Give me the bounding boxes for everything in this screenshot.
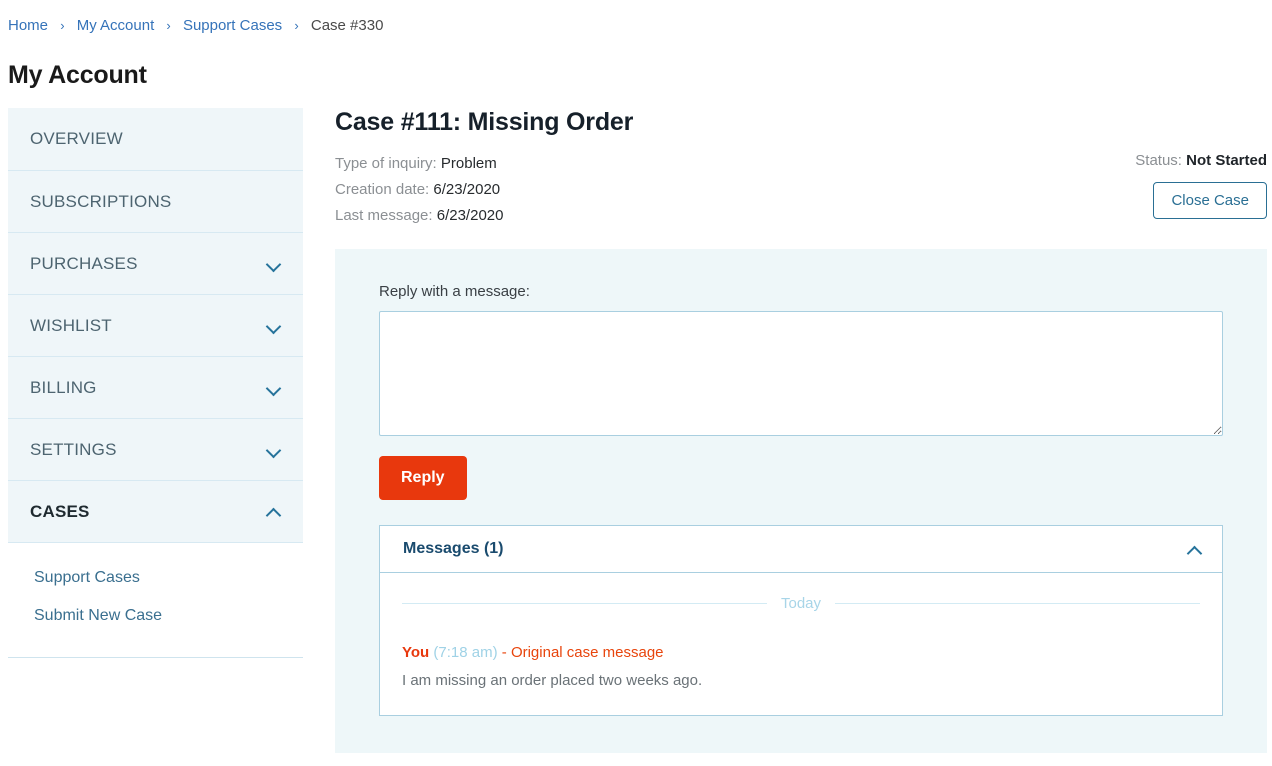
messages-list: Today You (7:18 am) - Original case mess…	[380, 573, 1222, 715]
message-author: You	[402, 644, 430, 661]
page-layout: OVERVIEW SUBSCRIPTIONS PURCHASES WISHLIS…	[0, 108, 1272, 753]
account-sidebar: OVERVIEW SUBSCRIPTIONS PURCHASES WISHLIS…	[8, 108, 303, 658]
sidebar-subitem-submit-new-case[interactable]: Submit New Case	[34, 597, 303, 635]
sidebar-item-label: CASES	[30, 501, 90, 521]
case-meta-type: Type of inquiry: Problem	[335, 151, 633, 177]
case-meta-last-message: Last message: 6/23/2020	[335, 203, 633, 229]
sidebar-subitem-support-cases[interactable]: Support Cases	[34, 559, 303, 597]
case-meta-last-message-value: 6/23/2020	[436, 207, 504, 224]
breadcrumb-item-current-case: Case #330	[310, 17, 384, 34]
day-divider-label: Today	[780, 595, 822, 612]
breadcrumb-separator: ›	[60, 18, 65, 33]
sidebar-item-label: PURCHASES	[30, 253, 138, 273]
case-meta-last-message-label: Last message:	[335, 207, 433, 224]
sidebar-item-settings[interactable]: SETTINGS	[8, 418, 303, 480]
message-time: (7:18 am)	[433, 644, 498, 661]
reply-textarea[interactable]	[379, 311, 1223, 436]
sidebar-item-purchases[interactable]: PURCHASES	[8, 232, 303, 294]
reply-panel: Reply with a message: Reply Messages (1)…	[335, 249, 1267, 753]
sidebar-subnav-cases: Support Cases Submit New Case	[8, 542, 303, 657]
breadcrumb-item-home[interactable]: Home	[8, 17, 48, 34]
chevron-up-icon[interactable]	[1188, 545, 1202, 554]
breadcrumb-item-support-cases[interactable]: Support Cases	[183, 17, 282, 34]
breadcrumb-separator: ›	[294, 18, 299, 33]
sidebar-item-subscriptions[interactable]: SUBSCRIPTIONS	[8, 170, 303, 232]
case-header-right: Status: Not Started Close Case	[1135, 108, 1267, 219]
sidebar-item-wishlist[interactable]: WISHLIST	[8, 294, 303, 356]
case-title: Case #111: Missing Order	[335, 108, 634, 136]
message-subject: Original case message	[510, 644, 664, 661]
case-detail-main: Case #111: Missing Order Type of inquiry…	[335, 108, 1272, 753]
messages-card: Messages (1) Today You (7:18 am) - Origi…	[379, 525, 1223, 716]
breadcrumb-item-my-account[interactable]: My Account	[77, 17, 155, 34]
messages-card-header[interactable]: Messages (1)	[380, 526, 1222, 573]
breadcrumb-separator: ›	[166, 18, 171, 33]
sidebar-item-billing[interactable]: BILLING	[8, 356, 303, 418]
case-meta-type-label: Type of inquiry:	[335, 155, 437, 172]
case-meta-creation-date: Creation date: 6/23/2020	[335, 177, 633, 203]
message-body: I am missing an order placed two weeks a…	[402, 672, 703, 689]
case-header: Case #111: Missing Order Type of inquiry…	[335, 108, 1267, 229]
page-title: My Account	[8, 61, 147, 89]
status-badge: Status: Not Started	[1135, 152, 1267, 169]
case-meta-creation-label: Creation date:	[335, 181, 430, 198]
sidebar-item-label: WISHLIST	[30, 315, 112, 335]
chevron-up-icon	[267, 507, 281, 516]
day-divider: Today	[402, 595, 1200, 612]
chevron-down-icon	[267, 321, 281, 330]
reply-label: Reply with a message:	[379, 283, 530, 300]
sidebar-item-overview[interactable]: OVERVIEW	[8, 108, 303, 170]
breadcrumb: Home › My Account › Support Cases › Case…	[0, 0, 1272, 36]
message-separator: -	[497, 644, 511, 661]
status-label: Status:	[1135, 152, 1182, 169]
messages-count-label: Messages (1)	[403, 540, 504, 557]
chevron-down-icon	[267, 383, 281, 392]
reply-button[interactable]: Reply	[379, 456, 467, 500]
chevron-down-icon	[267, 259, 281, 268]
sidebar-item-label: SETTINGS	[30, 439, 117, 459]
close-case-button[interactable]: Close Case	[1153, 182, 1267, 219]
case-header-left: Case #111: Missing Order Type of inquiry…	[335, 108, 633, 229]
chevron-down-icon	[267, 445, 281, 454]
message-meta: You (7:18 am) - Original case message	[402, 644, 1200, 661]
sidebar-item-label: BILLING	[30, 377, 97, 397]
sidebar-item-cases[interactable]: CASES	[8, 480, 303, 542]
sidebar-item-label: SUBSCRIPTIONS	[30, 191, 172, 211]
status-value: Not Started	[1186, 152, 1267, 169]
case-meta-type-value: Problem	[440, 155, 497, 172]
case-meta-creation-value: 6/23/2020	[433, 181, 501, 198]
list-item: You (7:18 am) - Original case message I …	[402, 644, 1200, 689]
sidebar-item-label: OVERVIEW	[30, 129, 123, 148]
